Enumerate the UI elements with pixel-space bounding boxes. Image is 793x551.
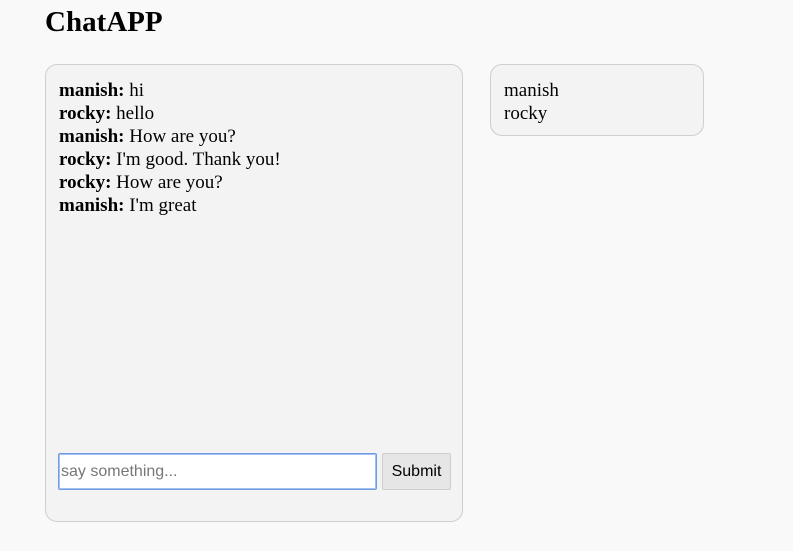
message-text: How are you?	[129, 126, 236, 147]
message-author: manish:	[59, 80, 125, 101]
message-text: How are you?	[116, 172, 223, 193]
message-author: manish:	[59, 195, 125, 216]
message-text: hi	[129, 80, 144, 101]
chat-panel: manish: hi rocky: hello manish: How are …	[45, 64, 463, 522]
message-item: manish: How are you?	[59, 125, 281, 148]
user-item: manish	[504, 80, 559, 101]
message-author: rocky:	[59, 103, 112, 124]
message-author: manish:	[59, 126, 125, 147]
message-input[interactable]	[58, 453, 377, 490]
message-form: Submit	[58, 453, 451, 490]
message-author: rocky:	[59, 172, 112, 193]
message-item: rocky: hello	[59, 102, 281, 125]
submit-button[interactable]: Submit	[382, 453, 451, 490]
message-text: hello	[116, 103, 155, 124]
message-item: manish: hi	[59, 79, 281, 102]
message-text: I'm good. Thank you!	[116, 149, 281, 170]
message-item: manish: I'm great	[59, 194, 281, 217]
message-list: manish: hi rocky: hello manish: How are …	[59, 79, 281, 217]
message-author: rocky:	[59, 149, 112, 170]
user-item: rocky	[504, 103, 548, 124]
app-title: ChatAPP	[45, 6, 163, 38]
message-item: rocky: I'm good. Thank you!	[59, 148, 281, 171]
user-list: manish rocky	[504, 79, 559, 125]
users-panel: manish rocky	[490, 64, 704, 136]
message-text: I'm great	[129, 195, 197, 216]
message-item: rocky: How are you?	[59, 171, 281, 194]
